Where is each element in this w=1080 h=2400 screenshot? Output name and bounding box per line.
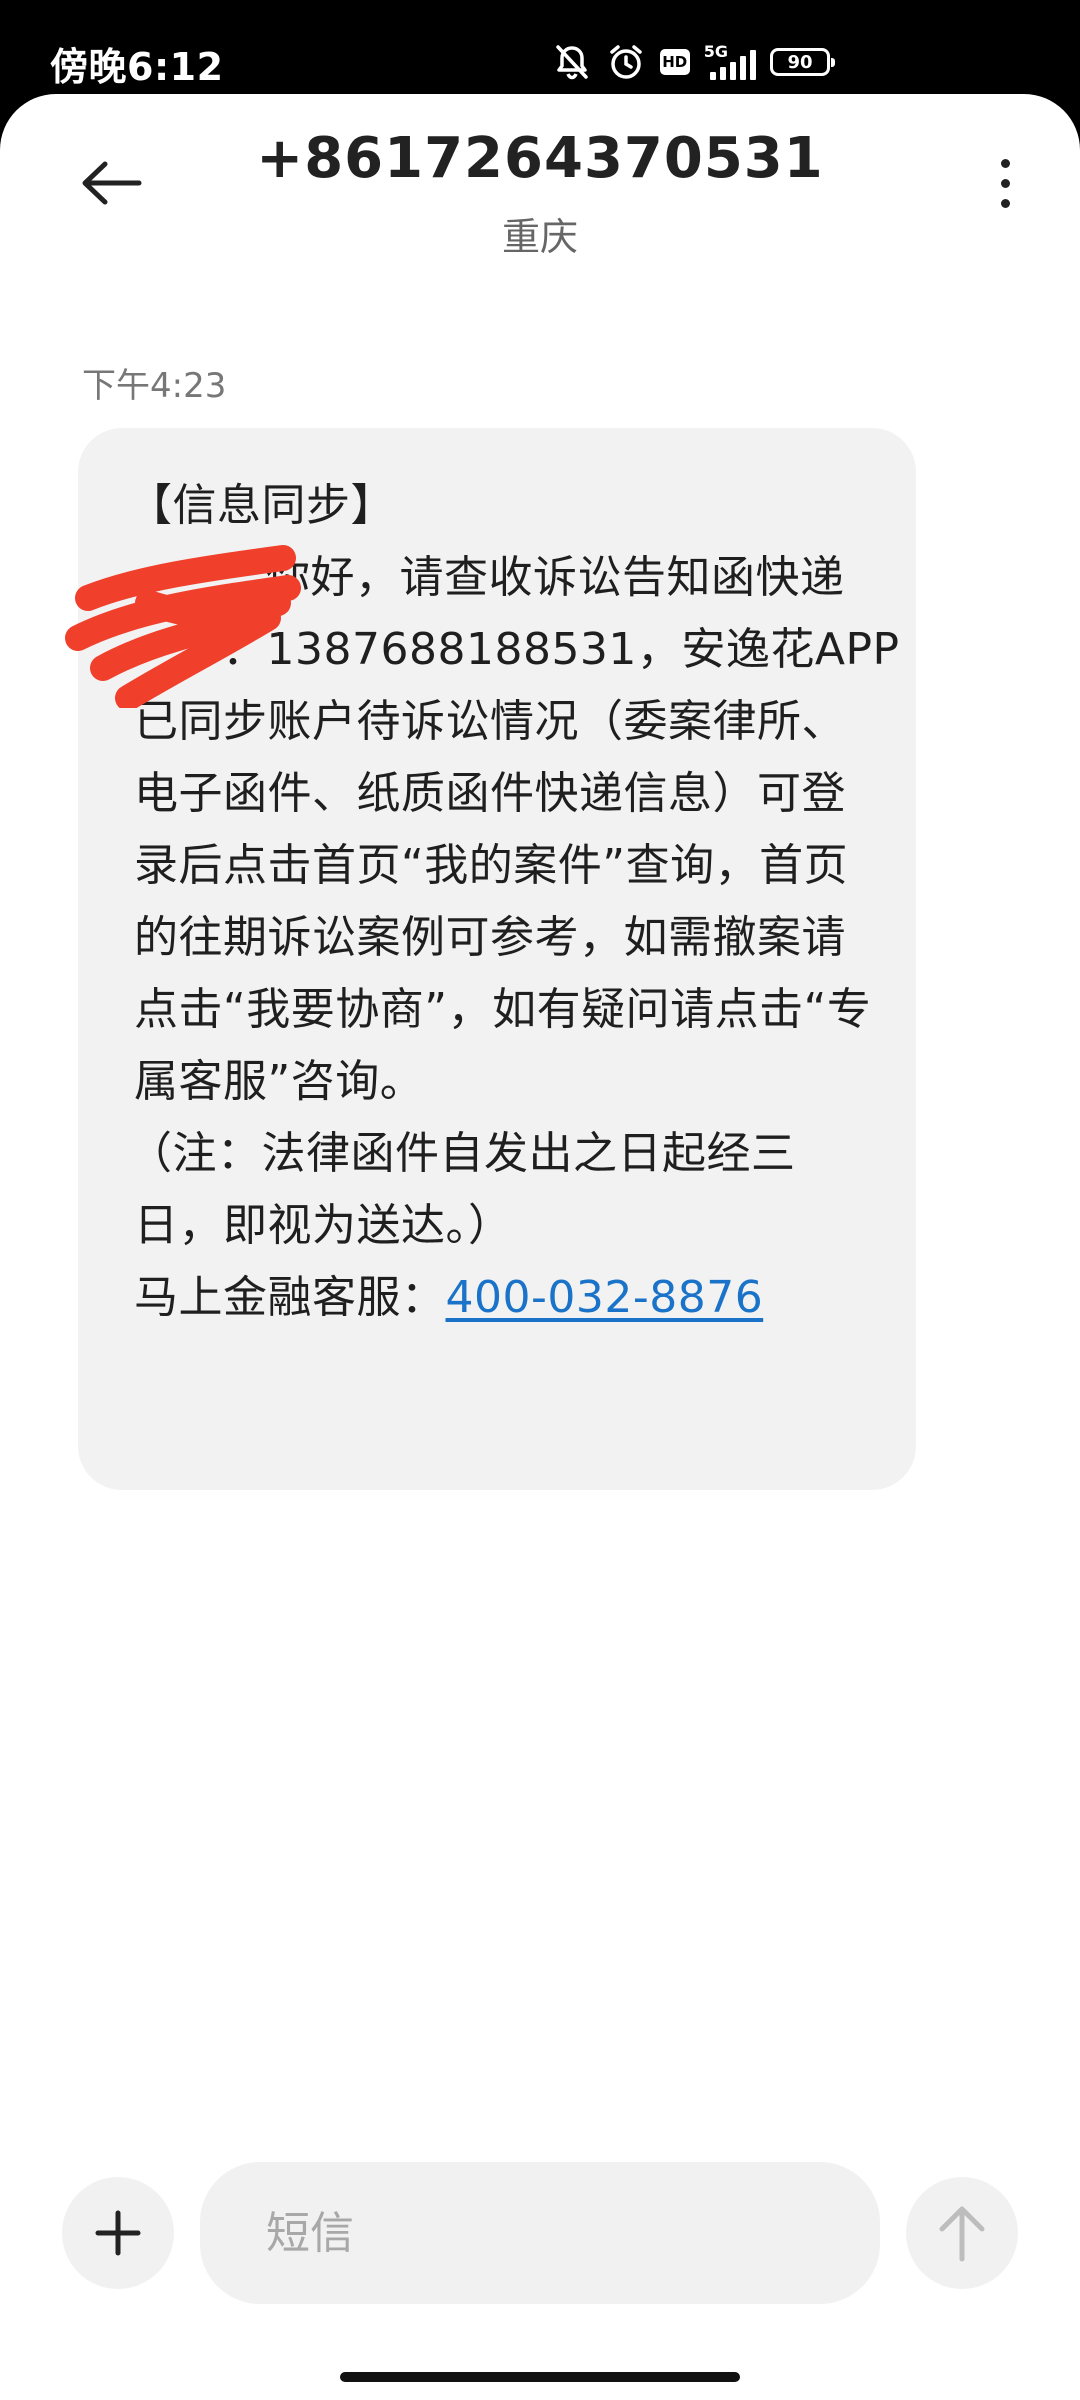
service-line: 马上金融客服：400-032-8876 — [134, 1262, 862, 1334]
message-line: 属客服”咨询。 — [134, 1056, 425, 1107]
signal-5g-icon: 5G — [704, 44, 756, 80]
contact-location: 重庆 — [501, 215, 578, 259]
message-timestamp: 下午4:23 — [82, 366, 227, 406]
message-bubble[interactable]: 【信息同步】 你好，请查收诉讼告知函快递 ：1387688188531，安逸花A… — [65, 428, 916, 1490]
back-button[interactable] — [66, 138, 156, 228]
status-time: 傍晚6:12 — [50, 45, 224, 89]
message-thread: +8617264370531 重庆 下午4:23 【信息同步】 你好，请查收诉讼… — [0, 94, 1080, 2400]
mute-bell-icon — [552, 42, 592, 82]
signal-bars-icon — [710, 50, 756, 80]
phone-screen: 傍晚6:12 HD 5G 90 +8617264370531 重庆 下午4:23… — [0, 0, 1080, 2400]
more-dot-icon — [1000, 178, 1010, 188]
message-line: 电子函件、纸质函件快递信息）可登 — [134, 768, 846, 819]
contact-number: +8617264370531 — [256, 126, 824, 191]
message-line: 的往期诉讼案例可参考，如需撤案请 — [134, 912, 846, 963]
battery-icon: 90 — [770, 48, 835, 76]
alarm-clock-icon — [606, 42, 646, 82]
hd-voice-icon: HD — [659, 49, 690, 75]
battery-level: 90 — [787, 51, 813, 73]
message-line: （注：法律函件自发出之日起经三 — [128, 1128, 796, 1179]
message-input-box[interactable] — [200, 2162, 880, 2304]
status-icons: HD 5G 90 — [552, 38, 835, 86]
back-arrow-icon — [82, 161, 142, 205]
more-options-button[interactable] — [970, 138, 1040, 228]
more-dot-icon — [1000, 198, 1010, 208]
more-dot-icon — [1000, 158, 1010, 168]
send-button[interactable] — [906, 2177, 1018, 2289]
message-line: 录后点击首页“我的案件”查询，首页 — [134, 840, 849, 891]
home-indicator[interactable] — [340, 2372, 740, 2382]
message-line: 日，即视为送达。） — [134, 1200, 513, 1251]
send-arrow-icon — [939, 2206, 985, 2262]
message-line: 点击“我要协商”，如有疑问请点击“专 — [134, 984, 872, 1035]
plus-icon — [95, 2210, 141, 2256]
message-input[interactable] — [264, 2206, 828, 2260]
service-label: 马上金融客服： — [134, 1272, 446, 1323]
redaction-scribble — [65, 545, 301, 708]
add-attachment-button[interactable] — [62, 2177, 174, 2289]
service-phone-link[interactable]: 400-032-8876 — [446, 1272, 764, 1323]
